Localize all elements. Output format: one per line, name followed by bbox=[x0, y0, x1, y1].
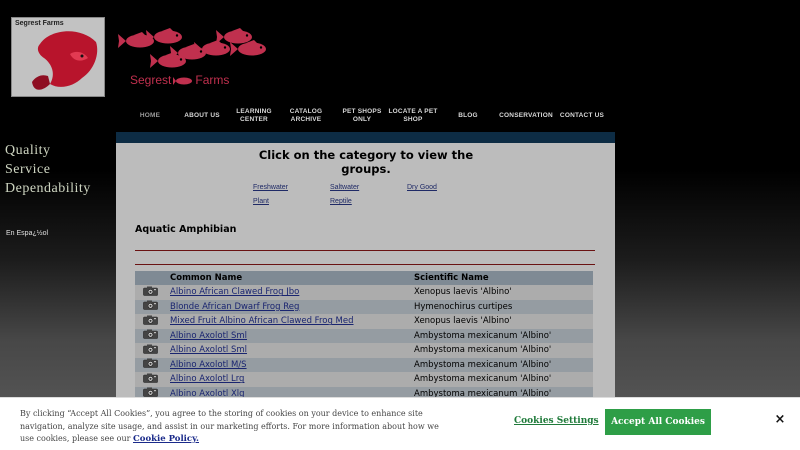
table-row: Albino Axolotl Sml Ambystoma mexicanum 'A… bbox=[135, 328, 593, 343]
cookies-settings-button[interactable]: Cookies Settings bbox=[514, 416, 599, 426]
common-name-cell: Albino Axolotl Sml bbox=[166, 328, 410, 343]
photo-cell bbox=[135, 314, 166, 329]
tagline-service: Service bbox=[5, 162, 51, 177]
nav-blog[interactable]: BLOG bbox=[446, 112, 490, 120]
table-row: Albino African Clawed Frog Jbo Xenopus la… bbox=[135, 285, 593, 300]
header-photo bbox=[135, 271, 166, 285]
table-row: Albino Axolotl M/S Ambystoma mexicanum 'A… bbox=[135, 357, 593, 372]
nav-about-us[interactable]: ABOUT US bbox=[180, 112, 224, 120]
tagline-dependability: Dependability bbox=[5, 181, 91, 196]
spanish-language-link[interactable]: En Espa¿½ol bbox=[6, 230, 48, 237]
table-row: Blonde African Dwarf Frog Reg Hymenochiru… bbox=[135, 299, 593, 314]
scientific-name-cell: Ambystoma mexicanum 'Albino' bbox=[410, 343, 593, 358]
common-name-link[interactable]: Albino African Clawed Frog Jbo bbox=[170, 287, 299, 297]
scientific-name-cell: Xenopus laevis 'Albino' bbox=[410, 285, 593, 300]
camera-icon[interactable] bbox=[143, 286, 158, 299]
common-name-cell: Blonde African Dwarf Frog Reg bbox=[166, 299, 410, 314]
category-plant[interactable]: Plant bbox=[253, 198, 269, 205]
nav-contact-us[interactable]: CONTACT US bbox=[556, 112, 608, 120]
camera-icon[interactable] bbox=[143, 373, 158, 386]
scientific-name-cell: Hymenochirus curtipes bbox=[410, 299, 593, 314]
common-name-cell: Albino Axolotl Lrg bbox=[166, 372, 410, 387]
camera-icon[interactable] bbox=[143, 315, 158, 328]
common-name-link[interactable]: Albino Axolotl M/S bbox=[170, 360, 247, 370]
common-name-cell: Albino African Clawed Frog Jbo bbox=[166, 285, 410, 300]
common-name-cell: Albino Axolotl M/S bbox=[166, 357, 410, 372]
brand-name-right: Farms bbox=[195, 73, 230, 87]
logo-box[interactable]: Segrest Farms bbox=[11, 17, 105, 97]
common-name-cell: Albino Axolotl Sml bbox=[166, 343, 410, 358]
category-freshwater[interactable]: Freshwater bbox=[253, 184, 288, 191]
nav-pet-shops-only[interactable]: PET SHOPS ONLY bbox=[336, 108, 388, 124]
scientific-name-cell: Ambystoma mexicanum 'Albino' bbox=[410, 372, 593, 387]
photo-cell bbox=[135, 299, 166, 314]
scientific-name-cell: Xenopus laevis 'Albino' bbox=[410, 314, 593, 329]
fish-school-logo-icon bbox=[118, 28, 266, 68]
camera-icon[interactable] bbox=[143, 300, 158, 313]
table-row: Albino Axolotl Sml Ambystoma mexicanum 'A… bbox=[135, 343, 593, 358]
fish-inline-icon bbox=[173, 76, 193, 85]
common-name-link[interactable]: Albino Axolotl Lrg bbox=[170, 374, 244, 384]
scientific-name-cell: Ambystoma mexicanum 'Albino' bbox=[410, 328, 593, 343]
table-row: Albino Axolotl Lrg Ambystoma mexicanum 'A… bbox=[135, 372, 593, 387]
nav-locate-pet-shop[interactable]: LOCATE A PET SHOP bbox=[384, 108, 442, 124]
category-dry-good[interactable]: Dry Good bbox=[407, 184, 437, 191]
photo-cell bbox=[135, 285, 166, 300]
photo-cell bbox=[135, 343, 166, 358]
tagline-quality: Quality bbox=[5, 143, 51, 158]
header-scientific-name: Scientific Name bbox=[410, 271, 593, 285]
divider-bottom bbox=[135, 264, 595, 265]
scientific-name-cell: Ambystoma mexicanum 'Albino' bbox=[410, 357, 593, 372]
category-saltwater[interactable]: Saltwater bbox=[330, 184, 359, 191]
accept-all-cookies-button[interactable]: Accept All Cookies bbox=[605, 409, 711, 435]
species-table: Common Name Scientific Name Albino Afric… bbox=[135, 271, 593, 401]
close-icon[interactable]: × bbox=[772, 412, 788, 430]
cookie-message: By clicking “Accept All Cookies”, you ag… bbox=[20, 409, 439, 443]
common-name-cell: Mixed Fruit Albino African Clawed Frog M… bbox=[166, 314, 410, 329]
betta-fish-logo-icon bbox=[32, 31, 98, 90]
nav-home[interactable]: HOME bbox=[128, 112, 172, 120]
section-title: Aquatic Amphibian bbox=[135, 224, 237, 235]
divider-top bbox=[135, 250, 595, 251]
tagline: Quality Service Dependability bbox=[5, 141, 91, 198]
category-reptile[interactable]: Reptile bbox=[330, 198, 352, 205]
brand-name-left: Segrest bbox=[130, 73, 172, 87]
photo-cell bbox=[135, 328, 166, 343]
photo-cell bbox=[135, 357, 166, 372]
common-name-link[interactable]: Blonde African Dwarf Frog Reg bbox=[170, 302, 299, 312]
nav-catalog-archive[interactable]: CATALOG ARCHIVE bbox=[284, 108, 328, 124]
header-common-name: Common Name bbox=[166, 271, 410, 285]
photo-cell bbox=[135, 372, 166, 387]
cookie-banner: By clicking “Accept All Cookies”, you ag… bbox=[0, 397, 800, 450]
cookie-text: By clicking “Accept All Cookies”, you ag… bbox=[20, 408, 450, 446]
camera-icon[interactable] bbox=[143, 344, 158, 357]
content-top-bar bbox=[116, 132, 615, 143]
table-header-row: Common Name Scientific Name bbox=[135, 271, 593, 285]
camera-icon[interactable] bbox=[143, 329, 158, 342]
nav-learning-center[interactable]: LEARNING CENTER bbox=[232, 108, 276, 124]
table-row: Mixed Fruit Albino African Clawed Frog M… bbox=[135, 314, 593, 329]
cookie-policy-link[interactable]: Cookie Policy. bbox=[133, 434, 199, 444]
camera-icon[interactable] bbox=[143, 358, 158, 371]
brand-name: Segrest Farms bbox=[130, 73, 229, 87]
page-headline: Click on the category to view the groups… bbox=[258, 148, 474, 176]
common-name-link[interactable]: Albino Axolotl Sml bbox=[170, 345, 247, 355]
nav-conservation[interactable]: CONSERVATION bbox=[494, 112, 558, 120]
common-name-link[interactable]: Mixed Fruit Albino African Clawed Frog M… bbox=[170, 316, 354, 326]
common-name-link[interactable]: Albino Axolotl Sml bbox=[170, 331, 247, 341]
